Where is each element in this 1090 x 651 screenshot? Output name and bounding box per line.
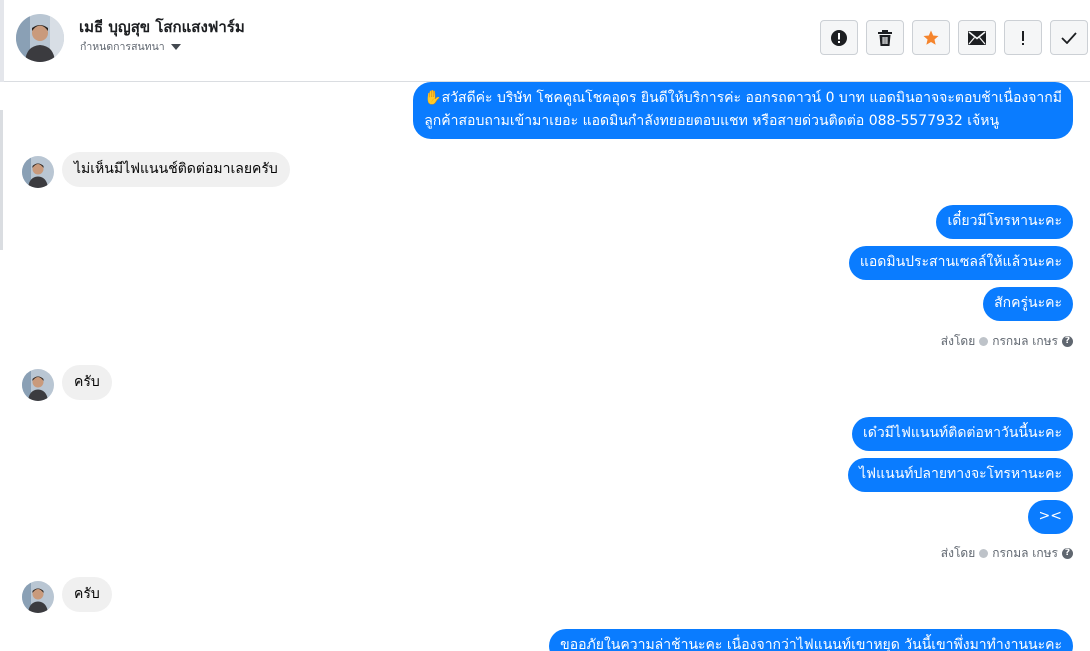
outgoing-message[interactable]: ขออภัยในความล่าช้านะคะ เนื่องจากว่าไฟแนน…	[549, 629, 1073, 651]
sent-by-prefix: ส่งโดย	[940, 546, 976, 560]
conversation-toolbar	[820, 20, 1088, 55]
incoming-message[interactable]: ไม่เห็นมีไฟแนนช์ติดต่อมาเลยครับ	[62, 152, 290, 187]
caret-down-icon	[170, 43, 181, 50]
sender-name[interactable]: กรกมล เกษร	[992, 332, 1058, 351]
exclamation-icon	[1022, 30, 1024, 45]
panel-edge	[0, 0, 4, 82]
check-icon	[1061, 31, 1077, 44]
incoming-message[interactable]: ครับ	[62, 365, 112, 400]
mail-icon	[968, 30, 986, 45]
star-icon	[923, 30, 939, 45]
outgoing-message[interactable]: ✋สวัสดีค่ะ บริษัท โชคคูณโชคอุดร ยินดีให้…	[413, 82, 1073, 139]
verified-icon	[979, 549, 989, 558]
message-line: ✋สวัสดีค่ะ บริษัท โชคคูณโชคอุดร ยินดีให้…	[424, 90, 1062, 106]
sent-by-label: ส่งโดย กรกมล เกษร ?	[941, 544, 1073, 563]
assign-label: กำหนดการสนทนา	[80, 41, 165, 53]
outgoing-message[interactable]: แอดมินประสานเซลล์ให้แล้วนะคะ	[848, 246, 1073, 280]
outgoing-message[interactable]: ><	[1027, 500, 1073, 534]
outgoing-message[interactable]: เด๋วมีไฟแนนท์ติดต่อหาวันนี้นะคะ	[851, 417, 1073, 451]
incoming-message[interactable]: ครับ	[62, 577, 112, 612]
trash-icon	[878, 29, 892, 46]
star-button[interactable]	[912, 20, 950, 55]
outgoing-message[interactable]: ไฟแนนท์ปลายทางจะโทรหานะคะ	[848, 458, 1073, 492]
sent-by-prefix: ส่งโดย	[940, 334, 976, 348]
mark-done-button[interactable]	[1050, 20, 1088, 55]
help-icon[interactable]: ?	[1062, 336, 1073, 347]
sent-by-label: ส่งโดย กรกมล เกษร ?	[941, 332, 1073, 351]
message-line: ลูกค้าสอบถามเข้ามาเยอะ แอดมินกำลังทยอยตอ…	[424, 113, 1000, 129]
verified-icon	[979, 337, 989, 346]
contact-avatar-small	[22, 369, 54, 401]
mark-unread-button[interactable]	[958, 20, 996, 55]
message-list: ✋สวัสดีค่ะ บริษัท โชคคูณโชคอุดร ยินดีให้…	[0, 82, 1090, 651]
contact-avatar-small	[22, 581, 54, 613]
help-icon[interactable]: ?	[1062, 548, 1073, 559]
assign-conversation-dropdown[interactable]: กำหนดการสนทนา	[80, 38, 181, 55]
contact-name[interactable]: เมธี บุญสุข โสกแสงฟาร์ม	[79, 15, 245, 39]
sender-name[interactable]: กรกมล เกษร	[992, 544, 1058, 563]
delete-button[interactable]	[866, 20, 904, 55]
contact-avatar[interactable]	[16, 14, 64, 62]
follow-up-button[interactable]	[1004, 20, 1042, 55]
alert-icon	[831, 29, 847, 46]
conversation-header: เมธี บุญสุข โสกแสงฟาร์ม กำหนดการสนทนา	[0, 0, 1090, 82]
contact-avatar-small	[22, 156, 54, 188]
mark-spam-button[interactable]	[820, 20, 858, 55]
outgoing-message[interactable]: สักครู่นะคะ	[983, 287, 1073, 321]
outgoing-message[interactable]: เดี๋ยวมีโทรหานะคะ	[936, 205, 1073, 239]
